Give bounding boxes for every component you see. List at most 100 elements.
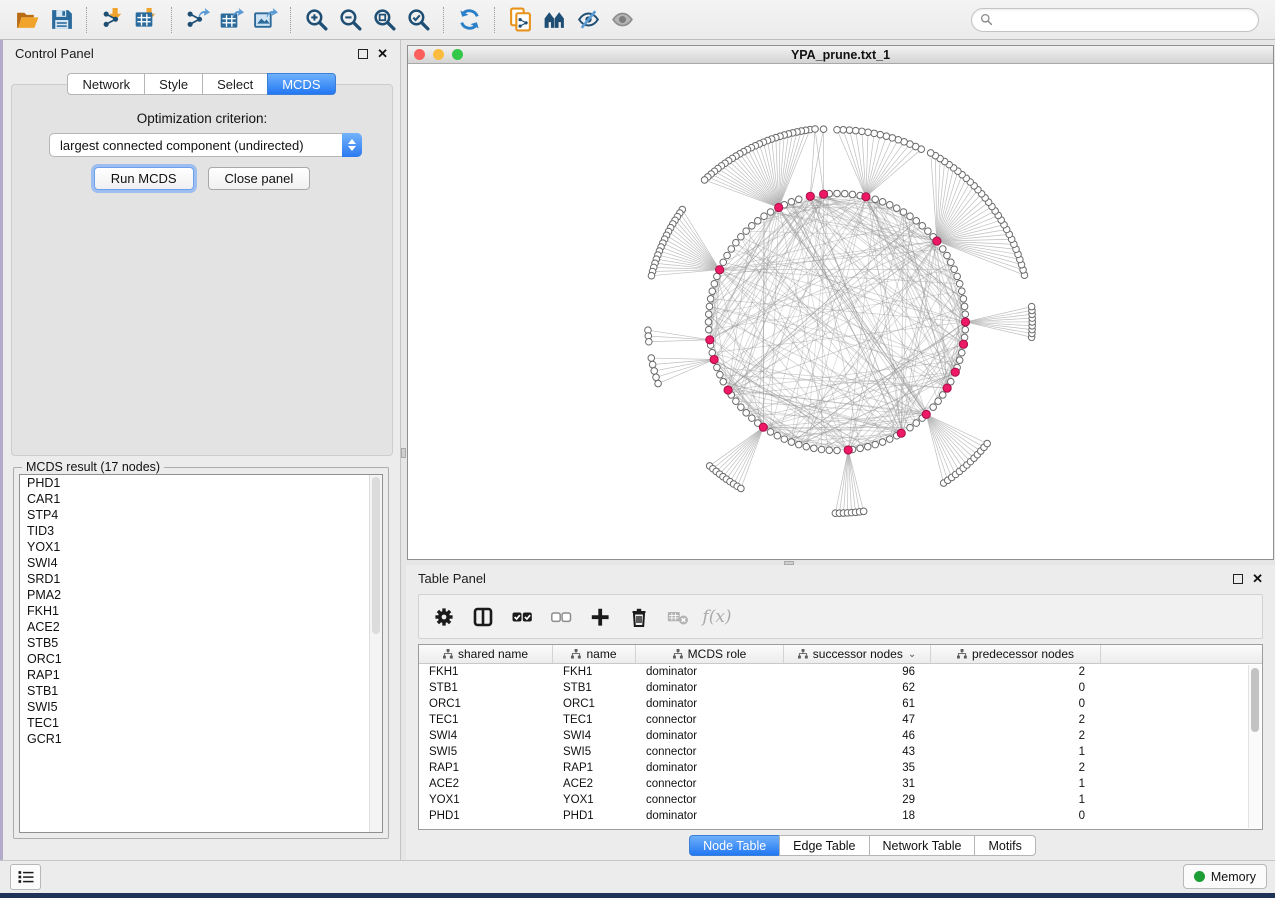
table-row[interactable]: YOX1YOX1connector291 xyxy=(419,792,1262,808)
cell-name: STB1 xyxy=(553,680,636,696)
table-row[interactable]: PHD1PHD1dominator180 xyxy=(419,808,1262,824)
column-header-MCDS-role[interactable]: MCDS role xyxy=(636,645,784,663)
float-panel-icon[interactable] xyxy=(1233,574,1243,584)
mcds-result-item[interactable]: CAR1 xyxy=(20,491,382,507)
show-columns-icon[interactable] xyxy=(468,602,498,632)
mcds-result-item[interactable]: PHD1 xyxy=(20,475,382,491)
network-window-titlebar[interactable]: YPA_prune.txt_1 xyxy=(408,46,1273,64)
open-file-icon[interactable] xyxy=(10,5,44,35)
mcds-result-item[interactable]: STP4 xyxy=(20,507,382,523)
export-table-icon[interactable] xyxy=(214,5,248,35)
mcds-result-item[interactable]: GCR1 xyxy=(20,731,382,747)
cell-predecessor-nodes: 1 xyxy=(931,792,1101,808)
memory-button[interactable]: Memory xyxy=(1183,864,1267,889)
mcds-result-list[interactable]: PHD1CAR1STP4TID3YOX1SWI4SRD1PMA2FKH1ACE2… xyxy=(19,474,383,833)
zoom-in-icon[interactable] xyxy=(299,5,333,35)
tab-network[interactable]: Network xyxy=(67,73,144,95)
column-header-successor-nodes[interactable]: successor nodes⌄ xyxy=(784,645,931,663)
mcds-result-item[interactable]: SWI5 xyxy=(20,699,382,715)
show-all-icon[interactable] xyxy=(605,5,639,35)
tab-node-table[interactable]: Node Table xyxy=(689,835,779,856)
cell-name: SWI5 xyxy=(553,744,636,760)
select-all-icon[interactable] xyxy=(507,602,537,632)
tab-motifs[interactable]: Motifs xyxy=(974,835,1035,856)
column-header-shared-name[interactable]: shared name xyxy=(419,645,553,663)
column-header-name[interactable]: name xyxy=(553,645,636,663)
table-row[interactable]: SWI4SWI4dominator462 xyxy=(419,728,1262,744)
status-bar: Memory xyxy=(0,860,1275,893)
refresh-icon[interactable] xyxy=(452,5,486,35)
mcds-result-item[interactable]: TID3 xyxy=(20,523,382,539)
table-row[interactable]: RAP1RAP1dominator352 xyxy=(419,760,1262,776)
mcds-list-scrollbar[interactable] xyxy=(369,475,382,832)
mcds-result-item[interactable]: ORC1 xyxy=(20,651,382,667)
table-scrollbar[interactable] xyxy=(1248,665,1261,828)
tab-edge-table[interactable]: Edge Table xyxy=(779,835,868,856)
mcds-result-item[interactable]: TEC1 xyxy=(20,715,382,731)
mcds-result-item[interactable]: FKH1 xyxy=(20,603,382,619)
mcds-result-item[interactable]: ACE2 xyxy=(20,619,382,635)
column-header-predecessor-nodes[interactable]: predecessor nodes xyxy=(931,645,1101,663)
mcds-result-item[interactable]: SRD1 xyxy=(20,571,382,587)
mcds-result-item[interactable]: STB5 xyxy=(20,635,382,651)
table-body: FKH1FKH1dominator962STB1STB1dominator620… xyxy=(419,664,1262,824)
add-column-icon[interactable] xyxy=(585,602,615,632)
mcds-result-group: MCDS result (17 nodes) PHD1CAR1STP4TID3Y… xyxy=(13,467,389,839)
zoom-selected-icon[interactable] xyxy=(401,5,435,35)
export-image-icon[interactable] xyxy=(248,5,282,35)
select-stepper-icon xyxy=(342,133,362,157)
table-header: shared namenameMCDS rolesuccessor nodes⌄… xyxy=(419,645,1262,664)
close-panel-icon[interactable]: ✕ xyxy=(1252,574,1263,584)
table-row[interactable]: FKH1FKH1dominator962 xyxy=(419,664,1262,680)
table-row[interactable]: STB1STB1dominator620 xyxy=(419,680,1262,696)
close-panel-button[interactable]: Close panel xyxy=(208,167,311,190)
first-neighbors-icon[interactable] xyxy=(537,5,571,35)
hide-selected-icon[interactable] xyxy=(571,5,605,35)
cell-predecessor-nodes: 0 xyxy=(931,680,1101,696)
network-canvas[interactable] xyxy=(408,64,1273,559)
mcds-result-item[interactable]: PMA2 xyxy=(20,587,382,603)
panel-list-button[interactable] xyxy=(10,864,41,890)
deselect-all-icon[interactable] xyxy=(546,602,576,632)
run-mcds-button[interactable]: Run MCDS xyxy=(94,167,194,190)
mcds-result-item[interactable]: SWI4 xyxy=(20,555,382,571)
import-network-icon[interactable] xyxy=(95,5,129,35)
delete-column-icon[interactable] xyxy=(624,602,654,632)
import-table-icon[interactable] xyxy=(129,5,163,35)
cell-shared-name: SWI5 xyxy=(419,744,553,760)
cell-successor-nodes: 61 xyxy=(784,696,931,712)
cell-name: SWI4 xyxy=(553,728,636,744)
table-settings-icon[interactable] xyxy=(429,602,459,632)
optimization-criterion-select[interactable]: largest connected component (undirected) xyxy=(49,133,362,157)
scrollbar-thumb[interactable] xyxy=(1251,668,1259,732)
cell-shared-name: ORC1 xyxy=(419,696,553,712)
desktop-edge xyxy=(0,893,1275,898)
table-row[interactable]: TEC1TEC1connector472 xyxy=(419,712,1262,728)
tab-network-table[interactable]: Network Table xyxy=(869,835,975,856)
cell-successor-nodes: 47 xyxy=(784,712,931,728)
mcds-result-item[interactable]: YOX1 xyxy=(20,539,382,555)
toolbar-separator xyxy=(86,7,87,33)
tab-mcds[interactable]: MCDS xyxy=(267,73,335,95)
float-panel-icon[interactable] xyxy=(358,49,368,59)
export-network-icon[interactable] xyxy=(180,5,214,35)
zoom-fit-icon[interactable] xyxy=(367,5,401,35)
tab-style[interactable]: Style xyxy=(144,73,202,95)
column-header-empty xyxy=(1101,645,1262,663)
new-network-from-selection-icon[interactable] xyxy=(503,5,537,35)
save-session-icon[interactable] xyxy=(44,5,78,35)
mcds-result-item[interactable]: STB1 xyxy=(20,683,382,699)
cell-name: ACE2 xyxy=(553,776,636,792)
table-row[interactable]: ORC1ORC1dominator610 xyxy=(419,696,1262,712)
search-input[interactable] xyxy=(998,13,1250,27)
network-graph[interactable] xyxy=(408,64,1273,559)
table-row[interactable]: SWI5SWI5connector431 xyxy=(419,744,1262,760)
search-box[interactable] xyxy=(971,8,1259,32)
close-panel-icon[interactable]: ✕ xyxy=(377,49,388,59)
tab-select[interactable]: Select xyxy=(202,73,267,95)
mcds-result-item[interactable]: RAP1 xyxy=(20,667,382,683)
table-row[interactable]: ACE2ACE2connector311 xyxy=(419,776,1262,792)
cell-shared-name: PHD1 xyxy=(419,808,553,824)
cell-shared-name: RAP1 xyxy=(419,760,553,776)
zoom-out-icon[interactable] xyxy=(333,5,367,35)
